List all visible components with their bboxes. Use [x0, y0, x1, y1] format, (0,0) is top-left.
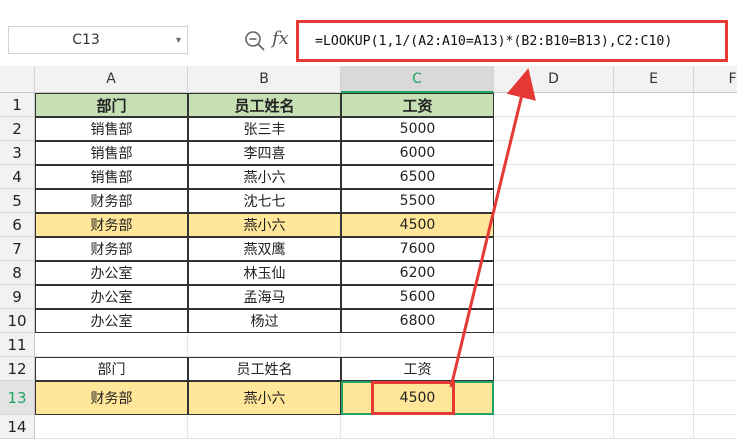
annotation-arrow [449, 68, 536, 388]
annotation-layer [449, 68, 536, 388]
